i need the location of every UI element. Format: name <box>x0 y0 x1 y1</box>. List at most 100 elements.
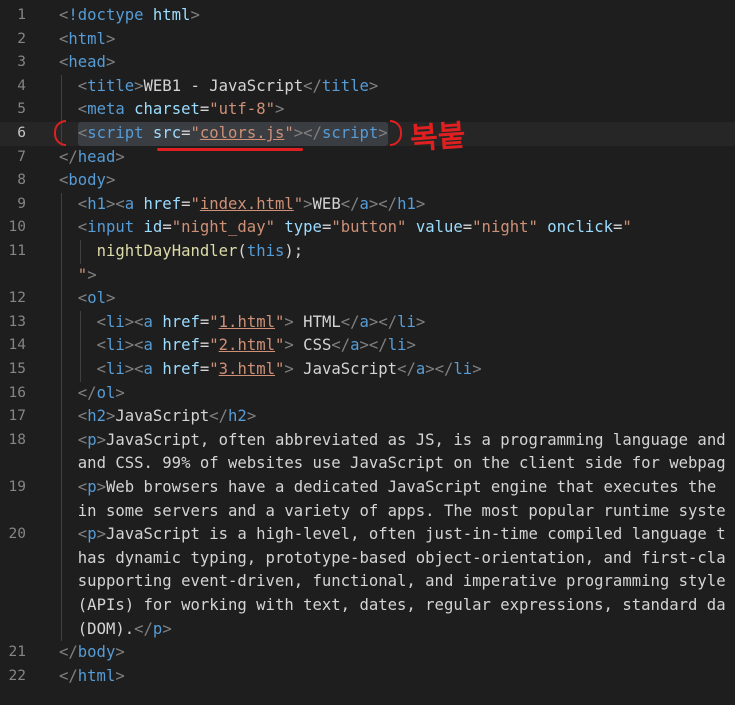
code-text: <p>Web browsers have a dedicated JavaScr… <box>78 476 716 500</box>
code-token: = <box>321 218 332 237</box>
code-token: < <box>77 194 88 213</box>
code-token: p <box>87 430 97 449</box>
line-number: 17 <box>8 408 26 425</box>
code-token: > <box>425 360 435 378</box>
code-line[interactable]: 10 <input id="night_day" type="button" va… <box>0 216 735 240</box>
indent-guide <box>79 240 81 264</box>
code-token: > <box>96 430 106 449</box>
code-token: > <box>105 407 116 426</box>
code-token: </ <box>59 147 78 166</box>
code-line[interactable]: 6 <script src="colors.js"></script> <box>0 122 735 146</box>
code-token: " <box>284 124 294 142</box>
code-token: li <box>105 360 125 378</box>
code-token: p <box>87 525 97 544</box>
code-token: WEB <box>312 194 341 213</box>
code-line[interactable]: 17 <h2>JavaScript</h2> <box>0 405 735 429</box>
indent-guide <box>61 452 62 476</box>
code-line[interactable]: "> <box>0 263 735 288</box>
code-line[interactable]: 15 <li><a href="3.html"> JavaScript</a></… <box>0 358 735 382</box>
code-token: > <box>124 360 135 378</box>
code-line[interactable]: 14 <li><a href="2.html"> CSS</a></li> <box>0 334 735 358</box>
code-token: = <box>613 218 623 237</box>
code-token: </ <box>378 312 398 331</box>
code-token: > <box>87 265 97 284</box>
code-token: li <box>105 312 125 331</box>
indent-guide <box>61 358 62 382</box>
code-token: a <box>350 336 360 355</box>
code-editor[interactable]: 1 <!doctype html> 2 <html> 3 <head> 4 <title>WE… <box>0 0 735 705</box>
code-text: supporting event-driven, functional, and… <box>78 570 726 594</box>
code-text: (DOM).</p> <box>78 618 172 642</box>
code-line[interactable]: 19 <p>Web browsers have a dedicated JavaS… <box>0 476 735 500</box>
code-token: has dynamic typing, prototype-based obje… <box>77 548 726 567</box>
code-token: < <box>134 336 144 355</box>
code-token: !doctype <box>68 6 144 24</box>
indent-guide <box>61 192 62 217</box>
code-line[interactable]: 18 <p>JavaScript, often abbreviated as JS… <box>0 428 735 453</box>
code-token: < <box>77 100 88 119</box>
code-token: > <box>115 147 125 166</box>
code-line[interactable]: 13 <li><a href="1.html"> HTML</a></li> <box>0 310 735 335</box>
code-line[interactable]: has dynamic typing, prototype-based obje… <box>0 546 735 571</box>
line-number: 16 <box>8 384 26 401</box>
code-line[interactable]: 11 nightDayHandler(this); <box>0 240 735 264</box>
code-token: < <box>59 6 69 24</box>
code-token: a <box>359 312 369 331</box>
code-token: href <box>143 194 182 213</box>
code-text: "> <box>78 264 97 288</box>
code-token: " <box>209 360 219 378</box>
code-token: > <box>415 312 426 331</box>
code-line[interactable]: and CSS. 99% of websites use JavaScript … <box>0 452 735 476</box>
code-line[interactable]: 20 <p>JavaScript is a high-level, often j… <box>0 523 735 547</box>
code-token: JavaScript <box>115 407 210 426</box>
code-token: p <box>152 619 163 638</box>
code-token: html <box>77 666 116 685</box>
code-token: p <box>87 478 97 496</box>
code-line[interactable]: 16 </ol> <box>0 381 735 406</box>
code-token: href <box>162 360 200 378</box>
code-line[interactable]: supporting event-driven, functional, and… <box>0 570 735 594</box>
code-text: <script src="colors.js"></script> <box>77 122 388 146</box>
code-line[interactable]: 1 <!doctype html> <box>0 4 735 28</box>
code-line[interactable]: 8 <body> <box>0 169 735 193</box>
indent-guide <box>61 74 62 99</box>
code-line[interactable]: 22 </html> <box>0 665 735 689</box>
code-token: a <box>415 360 426 378</box>
code-token: > <box>284 312 294 331</box>
code-token: colors.js <box>199 124 285 142</box>
code-line[interactable]: 9 <h1><a href="index.html">WEB</a></h1> <box>0 192 735 217</box>
code-text: <meta charset="utf-8"> <box>78 98 285 122</box>
code-token: > <box>105 194 116 213</box>
code-line[interactable]: in some servers and a variety of apps. T… <box>0 499 735 524</box>
code-text: (APIs) for working with text, dates, reg… <box>78 594 726 618</box>
code-text: <input id="night_day" type="button" valu… <box>78 216 632 240</box>
line-number: 19 <box>8 479 26 495</box>
code-token: body <box>77 643 116 662</box>
indent-guide <box>61 428 62 453</box>
code-token: html <box>68 29 106 48</box>
code-line[interactable]: 3 <head> <box>0 51 735 75</box>
code-line[interactable]: 21 </body> <box>0 641 735 665</box>
line-number: 21 <box>8 644 26 661</box>
code-line[interactable]: 2 <html> <box>0 28 735 52</box>
code-token: ol <box>96 383 116 402</box>
code-line[interactable]: 12 <ol> <box>0 287 735 311</box>
code-line[interactable]: 4 <title>WEB1 - JavaScript</title> <box>0 74 735 99</box>
code-token: > <box>246 407 257 426</box>
line-number: 4 <box>17 77 26 94</box>
line-number: 1 <box>17 7 26 23</box>
indent-guide <box>61 546 62 571</box>
indent-guide <box>61 499 62 524</box>
code-token: = <box>162 218 172 237</box>
indent-guide <box>79 358 81 382</box>
code-text: has dynamic typing, prototype-based obje… <box>78 547 726 571</box>
code-line[interactable]: 7 </head> <box>0 146 735 170</box>
code-token: > <box>368 76 379 95</box>
code-line[interactable]: (DOM).</p> <box>0 617 735 642</box>
code-token: </ <box>340 312 360 331</box>
code-line[interactable]: (APIs) for working with text, dates, reg… <box>0 594 735 618</box>
code-line[interactable]: 5 <meta charset="utf-8"> <box>0 98 735 122</box>
